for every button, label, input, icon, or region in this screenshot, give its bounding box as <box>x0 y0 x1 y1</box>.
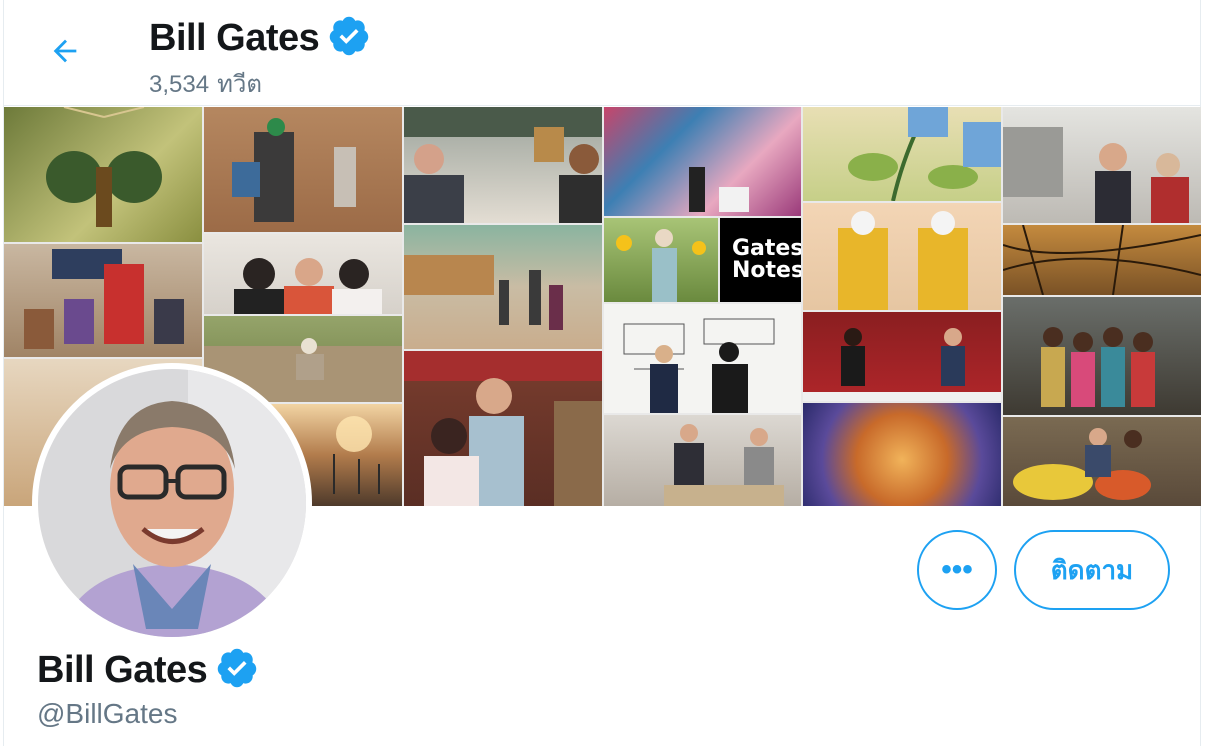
follow-button-label: ติดตาม <box>1050 554 1134 585</box>
profile-display-name: Bill Gates <box>37 646 259 695</box>
banner-photo-children <box>1003 297 1201 415</box>
profile-name: Bill Gates <box>37 649 208 691</box>
banner-photo-colorful-wall <box>604 107 801 216</box>
tweet-count-value: 3,534 <box>149 71 210 98</box>
tweet-count: 3,534 ทวีต <box>149 64 262 103</box>
verified-badge-icon <box>327 14 371 63</box>
tweet-count-label: ทวีต <box>217 71 262 98</box>
banner-photo-students <box>204 234 402 314</box>
banner-photo-whiteboard <box>604 304 801 413</box>
banner-photo-insect <box>4 107 202 242</box>
follow-button[interactable]: ติดตาม <box>1014 530 1170 610</box>
banner-photo-protective-suits <box>803 203 1001 310</box>
profile-handle: @BillGates <box>37 698 178 729</box>
gates-notes-logo: Gates Notes <box>720 218 801 302</box>
profile-avatar[interactable] <box>32 363 312 643</box>
banner-photo-village-road <box>404 225 602 349</box>
back-button[interactable] <box>42 30 88 76</box>
header-name: Bill Gates <box>149 17 320 59</box>
header-title: Bill Gates <box>149 14 371 63</box>
banner-photo-selfie <box>404 351 602 506</box>
verified-badge-icon <box>215 646 259 695</box>
more-options-button[interactable]: ••• <box>917 530 997 610</box>
gates-notes-line2: Notes <box>732 258 801 283</box>
banner-photo-market <box>1003 417 1201 506</box>
banner-photo-kitchen <box>604 415 801 506</box>
banner-photo-field-workers <box>4 244 202 357</box>
profile-header: Bill Gates 3,534 ทวีต <box>4 0 1200 106</box>
banner-photo-lab-visit <box>1003 107 1201 223</box>
gates-notes-line1: Gates <box>732 236 801 261</box>
banner-photo-sunflowers <box>604 218 718 302</box>
banner-photo-desert-walkers <box>204 107 402 232</box>
banner-photo-stage-talk <box>803 312 1001 401</box>
banner-photo-brain <box>803 403 1001 506</box>
profile-page: Bill Gates 3,534 ทวีต Gates Notes ••• ติ… <box>3 0 1201 746</box>
arrow-left-icon <box>48 34 82 73</box>
banner-photo-glove-leaves <box>803 107 1001 201</box>
banner-photo-wires <box>1003 225 1201 295</box>
banner-photo-meeting <box>404 107 602 223</box>
more-dots-icon: ••• <box>941 553 973 586</box>
